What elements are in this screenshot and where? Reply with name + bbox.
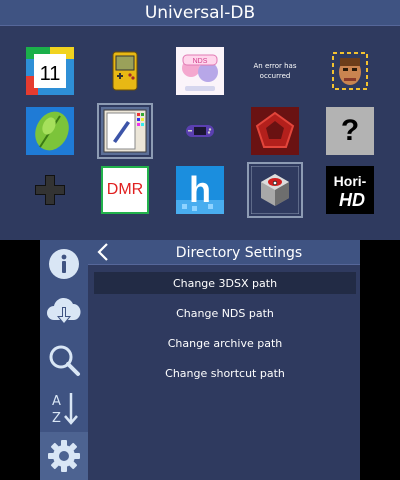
app-title: Universal-DB [144,2,256,23]
panel-header: Directory Settings [88,240,360,265]
sidebar-item-settings[interactable] [40,432,88,480]
h-logo-icon[interactable]: h [174,164,226,216]
svg-text:NDS: NDS [193,58,208,65]
panel-title: Directory Settings [175,244,303,261]
dpad-icon[interactable] [24,164,76,216]
pokeball-box-icon[interactable] [247,162,303,218]
settings-gear-icon [48,440,80,472]
chevron-left-icon [97,243,108,261]
dmr-icon[interactable]: DMR [99,164,151,216]
menu-item-change-3dsx-path[interactable]: Change 3DSX path [94,272,356,294]
svg-text:h: h [189,169,211,210]
pentagon-icon[interactable] [249,105,301,157]
top-title-bar: Universal-DB [0,0,400,26]
face-icon[interactable] [324,45,376,97]
leaf-icon[interactable] [24,105,76,157]
sidebar-item-info[interactable] [40,240,88,288]
menu-item-change-shortcut-path[interactable]: Change shortcut path [94,362,356,384]
question-icon[interactable]: ? [324,105,376,157]
gba-console-icon[interactable] [174,105,226,157]
sidebar-item-sort[interactable]: A Z [40,384,88,432]
bottom-screen: A Z Directory Settings Change 3DSX path … [40,240,360,480]
svg-text:A: A [52,394,61,409]
svg-text:HD: HD [339,190,365,210]
svg-text:Z: Z [52,411,61,426]
menu-item-change-nds-path[interactable]: Change NDS path [94,302,356,324]
back-button[interactable] [94,241,112,263]
game-boy-color-icon[interactable] [99,45,151,97]
calendar-icon[interactable]: 11 [24,45,76,97]
menu-item-change-archive-path[interactable]: Change archive path [94,332,356,354]
info-icon [49,249,79,279]
top-screen: Universal-DB 11 NDS An error has occurre… [0,0,400,240]
anime-card-icon[interactable]: NDS [174,45,226,97]
search-icon [49,345,80,376]
download-cloud-icon [47,297,81,325]
sidebar: A Z [40,240,88,480]
sort-az-icon: A Z [52,393,78,426]
hori-hd-icon[interactable]: Hori- HD [324,164,376,216]
svg-text:11: 11 [40,63,61,85]
sidebar-item-download[interactable] [40,288,88,336]
svg-text:Hori-: Hori- [334,173,367,189]
drawing-app-icon[interactable] [97,103,153,159]
sidebar-item-search[interactable] [40,336,88,384]
error-icon[interactable]: An error has occurred [249,45,301,97]
